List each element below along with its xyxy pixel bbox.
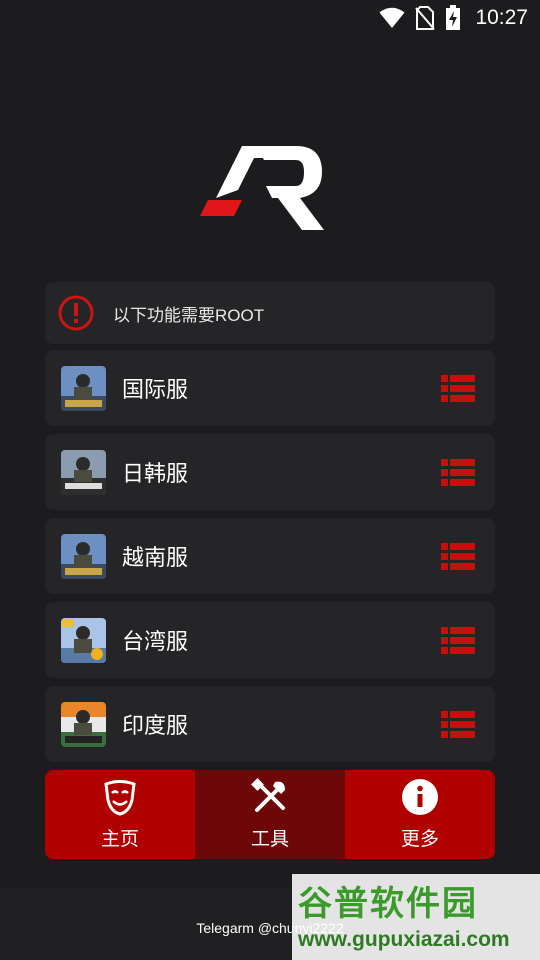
server-name: 国际服: [122, 378, 189, 403]
app-logo: [200, 146, 324, 230]
mask-icon: [104, 780, 136, 816]
list-icon[interactable]: [441, 459, 475, 487]
tab-tools-label: 工具: [250, 828, 289, 850]
tab-home-label: 主页: [100, 828, 139, 850]
root-notice: 以下功能需要ROOT: [45, 282, 495, 344]
battery-charging-icon: [446, 5, 461, 30]
server-list: 国际服 日韩服 越南服 台湾服 印度服: [45, 350, 495, 770]
server-name: 台湾服: [122, 630, 189, 655]
server-item-kr[interactable]: 日韩服: [45, 434, 495, 510]
wifi-icon: [379, 7, 405, 28]
tab-tools[interactable]: 工具: [195, 770, 345, 859]
server-name: 越南服: [122, 546, 189, 571]
pubg-india-icon: [61, 701, 106, 747]
no-sim-icon: [415, 6, 436, 30]
tools-icon: [251, 778, 285, 812]
server-item-tw[interactable]: 台湾服: [45, 602, 495, 678]
list-icon[interactable]: [441, 375, 475, 403]
tab-home[interactable]: 主页: [45, 770, 195, 859]
watermark-url: www.gupuxiazai.com: [298, 928, 510, 951]
pubg-tw-icon: [61, 617, 106, 663]
root-notice-text: 以下功能需要ROOT: [113, 305, 265, 325]
bottom-nav: 主页 工具 更多: [45, 770, 495, 859]
list-icon[interactable]: [441, 627, 475, 655]
pubg-kr-icon: [61, 449, 106, 495]
watermark: 谷普软件园 www.gupuxiazai.com: [292, 874, 540, 960]
server-item-india[interactable]: 印度服: [45, 686, 495, 762]
list-icon[interactable]: [441, 543, 475, 571]
status-bar: 10:27: [0, 0, 540, 36]
info-warning-icon: [58, 295, 94, 331]
server-item-global[interactable]: 国际服: [45, 350, 495, 426]
server-item-vn[interactable]: 越南服: [45, 518, 495, 594]
info-icon: [402, 779, 438, 815]
tab-more-label: 更多: [400, 828, 439, 850]
list-icon[interactable]: [441, 711, 475, 739]
server-name: 日韩服: [122, 462, 189, 487]
server-name: 印度服: [122, 714, 189, 739]
status-time: 10:27: [475, 6, 528, 29]
tab-more[interactable]: 更多: [345, 770, 495, 859]
watermark-title: 谷普软件园: [298, 884, 478, 924]
pubg-global-icon: [61, 365, 106, 411]
pubg-vn-icon: [61, 533, 106, 579]
